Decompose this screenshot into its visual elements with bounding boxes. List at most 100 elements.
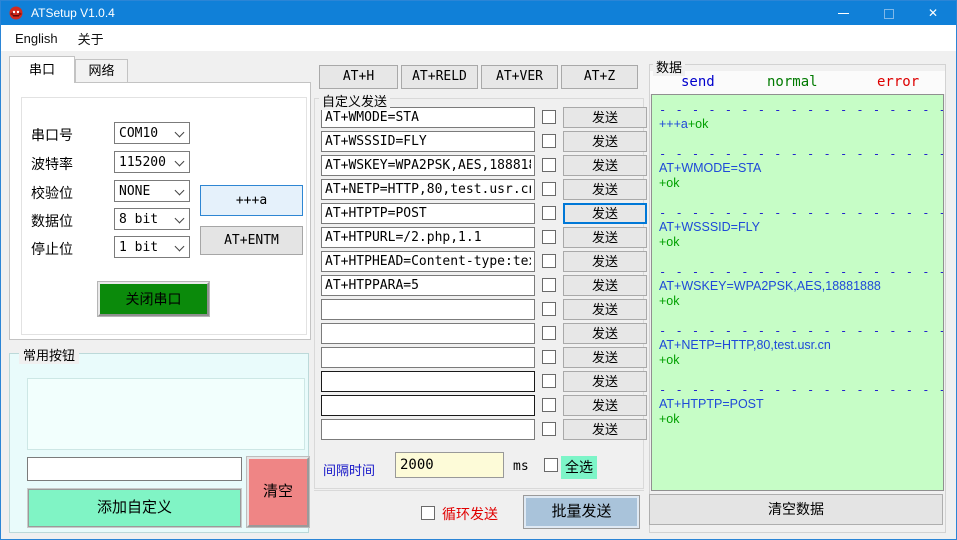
tab-serial[interactable]: 串口: [9, 56, 75, 83]
clear-data-button[interactable]: 清空数据: [649, 494, 943, 525]
interval-label: 间隔时间: [323, 460, 375, 479]
custom-command-checkbox[interactable]: [542, 422, 556, 436]
loop-send-label: 循环发送: [442, 504, 498, 524]
send-button[interactable]: 发送: [563, 347, 647, 368]
close-icon: ✕: [928, 7, 938, 19]
menubar: English 关于: [1, 25, 956, 51]
custom-command-input[interactable]: [321, 275, 535, 296]
log-line: [659, 309, 936, 324]
send-button[interactable]: 发送: [563, 419, 647, 440]
log-line: - - - - - - - - - - - - - - - - - - -: [659, 147, 936, 161]
at-h-button[interactable]: AT+H: [319, 65, 398, 89]
custom-command-checkbox[interactable]: [542, 254, 556, 268]
batch-send-button[interactable]: 批量发送: [523, 495, 640, 529]
close-button[interactable]: ✕: [911, 1, 956, 25]
data-title: 数据: [653, 57, 685, 76]
add-custom-button[interactable]: 添加自定义: [28, 489, 241, 527]
custom-command-input[interactable]: [321, 323, 535, 344]
custom-command-input[interactable]: [321, 347, 535, 368]
select-all-checkbox[interactable]: [544, 458, 558, 472]
send-button[interactable]: 发送: [563, 155, 647, 176]
custom-command-input[interactable]: [321, 251, 535, 272]
menu-item-about[interactable]: 关于: [68, 29, 114, 48]
app-icon: [8, 5, 24, 21]
send-button[interactable]: 发送: [563, 371, 647, 392]
databits-select[interactable]: 8 bit: [114, 208, 190, 230]
send-button[interactable]: 发送: [563, 203, 647, 224]
custom-command-input[interactable]: [321, 299, 535, 320]
custom-command-checkbox[interactable]: [542, 110, 556, 124]
legend-normal: normal: [767, 74, 818, 90]
custom-command-input[interactable]: [321, 155, 535, 176]
log-line: +ok: [659, 294, 936, 309]
maximize-button[interactable]: [866, 1, 911, 25]
loop-send-checkbox[interactable]: [421, 506, 435, 520]
custom-command-checkbox[interactable]: [542, 326, 556, 340]
custom-command-checkbox[interactable]: [542, 302, 556, 316]
at-ver-button[interactable]: AT+VER: [481, 65, 558, 89]
custom-command-input[interactable]: [321, 227, 535, 248]
new-command-input[interactable]: [27, 457, 242, 481]
send-button[interactable]: 发送: [563, 251, 647, 272]
log-line: - - - - - - - - - - - - - - - - - - -: [659, 206, 936, 220]
log-line: - - - - - - - - - - - - - - - - - - -: [659, 324, 936, 338]
parity-select[interactable]: NONE: [114, 180, 190, 202]
custom-command-input[interactable]: [321, 395, 535, 416]
titlebar: ATSetup V1.0.4 ✕: [1, 1, 956, 25]
data-legend: send normal error: [650, 71, 945, 94]
menu-item-english[interactable]: English: [5, 31, 68, 46]
send-button[interactable]: 发送: [563, 299, 647, 320]
send-button[interactable]: 发送: [563, 395, 647, 416]
custom-command-input[interactable]: [321, 419, 535, 440]
send-button[interactable]: 发送: [563, 323, 647, 344]
custom-command-checkbox[interactable]: [542, 350, 556, 364]
minimize-button[interactable]: [821, 1, 866, 25]
chevron-down-icon: [175, 157, 185, 167]
stopbits-label: 停止位: [31, 239, 73, 259]
send-button[interactable]: 发送: [563, 179, 647, 200]
log-line: AT+WSSSID=FLY: [659, 220, 936, 235]
log-line: AT+WMODE=STA: [659, 161, 936, 176]
log-line: [659, 250, 936, 265]
app-window: ATSetup V1.0.4 ✕ English 关于 串口 网络 串口号 CO…: [0, 0, 957, 540]
baudrate-select[interactable]: 115200: [114, 151, 190, 173]
chevron-down-icon: [175, 214, 185, 224]
clear-common-button[interactable]: 清空: [247, 457, 309, 527]
custom-command-input[interactable]: [321, 371, 535, 392]
log-line: +ok: [659, 353, 936, 368]
tab-network[interactable]: 网络: [75, 59, 128, 82]
custom-send-title: 自定义发送: [319, 91, 390, 110]
send-button[interactable]: 发送: [563, 107, 647, 128]
send-button[interactable]: 发送: [563, 275, 647, 296]
parity-label: 校验位: [31, 183, 73, 203]
exit-transparent-button[interactable]: +++a: [200, 185, 303, 216]
custom-command-checkbox[interactable]: [542, 158, 556, 172]
stopbits-select[interactable]: 1 bit: [114, 236, 190, 258]
custom-command-input[interactable]: [321, 179, 535, 200]
close-serial-button[interactable]: 关闭串口: [98, 282, 209, 316]
log-line: +ok: [659, 176, 936, 191]
entm-button[interactable]: AT+ENTM: [200, 226, 303, 255]
window-title: ATSetup V1.0.4: [31, 6, 115, 20]
interval-input[interactable]: [395, 452, 504, 478]
at-z-button[interactable]: AT+Z: [561, 65, 638, 89]
custom-command-checkbox[interactable]: [542, 182, 556, 196]
custom-command-input[interactable]: [321, 107, 535, 128]
custom-command-checkbox[interactable]: [542, 278, 556, 292]
custom-command-checkbox[interactable]: [542, 206, 556, 220]
send-button[interactable]: 发送: [563, 227, 647, 248]
at-reld-button[interactable]: AT+RELD: [401, 65, 478, 89]
data-log[interactable]: - - - - - - - - - - - - - - - - - - -+++…: [651, 94, 944, 491]
custom-command-checkbox[interactable]: [542, 230, 556, 244]
log-line: - - - - - - - - - - - - - - - - - - -: [659, 103, 936, 117]
custom-command-checkbox[interactable]: [542, 134, 556, 148]
legend-send: send: [681, 74, 715, 90]
custom-command-input[interactable]: [321, 203, 535, 224]
log-line: +ok: [659, 412, 936, 427]
log-line: [659, 191, 936, 206]
custom-command-input[interactable]: [321, 131, 535, 152]
custom-command-checkbox[interactable]: [542, 398, 556, 412]
send-button[interactable]: 发送: [563, 131, 647, 152]
custom-command-checkbox[interactable]: [542, 374, 556, 388]
port-select[interactable]: COM10: [114, 122, 190, 144]
